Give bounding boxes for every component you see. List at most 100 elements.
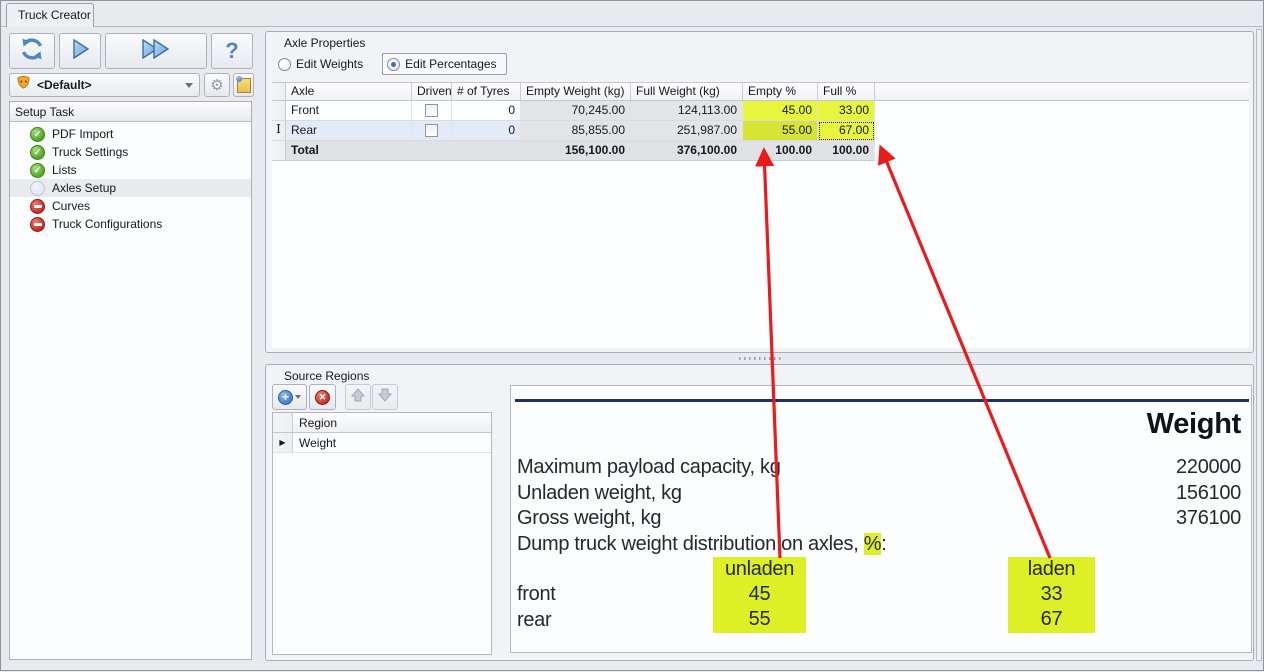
- refresh-button[interactable]: [9, 33, 55, 69]
- tab-label: Truck Creator: [18, 8, 91, 22]
- truck-creator-window: Truck Creator: [0, 0, 1264, 671]
- block-header: unladen: [713, 557, 806, 582]
- task-item-pdf-import[interactable]: ✓PDF Import: [10, 125, 251, 143]
- spec-value: 156100: [1176, 482, 1241, 507]
- spec-label: Gross weight, kg: [517, 507, 661, 532]
- arrow-up-icon: [350, 387, 366, 408]
- chevron-down-icon: [185, 83, 193, 88]
- preview-heading: Weight: [1147, 408, 1241, 441]
- collapsed-side-strip[interactable]: [1256, 29, 1262, 661]
- region-list-header[interactable]: Region: [273, 413, 491, 433]
- region-row-weight[interactable]: ▶Weight: [273, 433, 491, 453]
- block-value: 67: [1008, 607, 1095, 632]
- cell-driven[interactable]: [412, 121, 452, 141]
- horizontal-splitter[interactable]: [265, 354, 1254, 363]
- play-icon: [68, 37, 92, 66]
- cell-empty-weight: 156,100.00: [521, 141, 631, 161]
- column-header-empty-[interactable]: Empty %: [743, 83, 818, 101]
- cell-tyres: [452, 141, 521, 161]
- add-region-button[interactable]: +: [272, 384, 307, 410]
- highlight-block-laden[interactable]: laden3367: [1008, 557, 1095, 633]
- column-header-empty-weight-kg-[interactable]: Empty Weight (kg): [521, 83, 631, 101]
- cell-full-weight: 376,100.00: [631, 141, 743, 161]
- profile-value: <Default>: [37, 78, 179, 92]
- cell-driven[interactable]: [412, 101, 452, 121]
- spec-value: 376100: [1176, 507, 1241, 532]
- column-header-driven[interactable]: Driven: [412, 83, 452, 101]
- text-cursor-icon: I: [276, 122, 281, 136]
- task-item-truck-settings[interactable]: ✓Truck Settings: [10, 143, 251, 161]
- task-item-label: PDF Import: [52, 127, 113, 141]
- cell-full-pct: 100.00: [818, 141, 875, 161]
- run-button[interactable]: [59, 33, 101, 69]
- block-header: laden: [1008, 557, 1095, 582]
- cell-full-weight: 251,987.00: [631, 121, 743, 141]
- driven-checkbox[interactable]: [425, 104, 438, 117]
- task-item-truck-configurations[interactable]: Truck Configurations: [10, 215, 251, 233]
- settings-button[interactable]: ⚙: [204, 73, 230, 97]
- region-list: Region ▶Weight: [272, 412, 492, 655]
- notes-button[interactable]: [233, 73, 254, 97]
- arrow-down-icon: [377, 387, 393, 408]
- cell-tyres[interactable]: 0: [452, 121, 521, 141]
- cell-axle[interactable]: Rear: [286, 121, 412, 141]
- cell-axle[interactable]: Front: [286, 101, 412, 121]
- move-up-button[interactable]: [345, 384, 371, 410]
- task-item-curves[interactable]: Curves: [10, 197, 251, 215]
- column-header-axle[interactable]: Axle: [286, 83, 412, 101]
- tabbar-divider: [1, 26, 1263, 27]
- cell-driven: [412, 141, 452, 161]
- cell-tyres[interactable]: 0: [452, 101, 521, 121]
- driven-checkbox[interactable]: [425, 124, 438, 137]
- highlight-block-unladen[interactable]: unladen4555: [713, 557, 806, 633]
- help-button[interactable]: ?: [211, 33, 253, 69]
- blocked-bar: [34, 205, 42, 208]
- move-down-button[interactable]: [372, 384, 398, 410]
- profile-selector[interactable]: <Default>: [9, 73, 200, 97]
- question-icon: ?: [225, 38, 238, 64]
- splitter-grip-icon: [739, 357, 781, 360]
- cell-empty-pct[interactable]: 55.00: [743, 121, 818, 141]
- done-status-icon: ✓: [30, 145, 45, 160]
- tab-truck-creator[interactable]: Truck Creator: [6, 3, 94, 27]
- source-regions-title: Source Regions: [284, 369, 369, 383]
- block-value: 45: [713, 582, 806, 607]
- block-value: 55: [713, 607, 806, 632]
- axle-grid: AxleDriven# of TyresEmpty Weight (kg)Ful…: [272, 82, 1249, 348]
- task-item-label: Truck Configurations: [52, 217, 162, 231]
- cell-full-pct[interactable]: 33.00: [818, 101, 875, 121]
- cell-empty-weight: 85,855.00: [521, 121, 631, 141]
- column-header-full-[interactable]: Full %: [818, 83, 875, 101]
- sync-icon: [18, 35, 46, 68]
- cell-empty-pct[interactable]: 45.00: [743, 101, 818, 121]
- column-header-full-weight-kg-[interactable]: Full Weight (kg): [631, 83, 743, 101]
- gear-icon: ⚙: [210, 76, 223, 94]
- radio-icon: [278, 58, 291, 71]
- spec-label: Maximum payload capacity, kg: [517, 456, 781, 481]
- task-item-label: Lists: [52, 163, 77, 177]
- task-item-lists[interactable]: ✓Lists: [10, 161, 251, 179]
- edit-mode-edit-weights[interactable]: Edit Weights: [274, 54, 372, 74]
- fast-forward-icon: [139, 37, 173, 66]
- edit-mode-label: Edit Weights: [296, 57, 363, 71]
- delete-region-button[interactable]: ✕: [309, 384, 336, 410]
- edit-mode-edit-percentages[interactable]: Edit Percentages: [382, 53, 506, 75]
- cell-axle: Total: [286, 141, 412, 161]
- note-icon: [237, 78, 251, 93]
- pdf-preview: Weight Maximum payload capacity, kg 22000…: [510, 385, 1252, 653]
- grid-header-filler: [875, 83, 1249, 101]
- run-all-button[interactable]: [105, 33, 207, 69]
- region-row-label: Weight: [293, 433, 336, 452]
- row-indicator-cell: I: [272, 121, 286, 141]
- column-header--of-tyres[interactable]: # of Tyres: [452, 83, 521, 101]
- setup-task-header: Setup Task: [10, 102, 251, 122]
- spec-value: 220000: [1176, 456, 1241, 481]
- percent-highlight[interactable]: %: [864, 533, 881, 555]
- preview-navy-rule: [515, 399, 1249, 402]
- distribution-text: Dump truck weight distribution on axles,…: [517, 533, 887, 558]
- task-item-axles-setup[interactable]: Axles Setup: [10, 179, 251, 197]
- cell-empty-weight: 70,245.00: [521, 101, 631, 121]
- cell-full-pct[interactable]: 67.00: [818, 121, 875, 141]
- cell-full-weight: 124,113.00: [631, 101, 743, 121]
- edit-mode-radiogroup: Edit Weights Edit Percentages: [274, 51, 507, 77]
